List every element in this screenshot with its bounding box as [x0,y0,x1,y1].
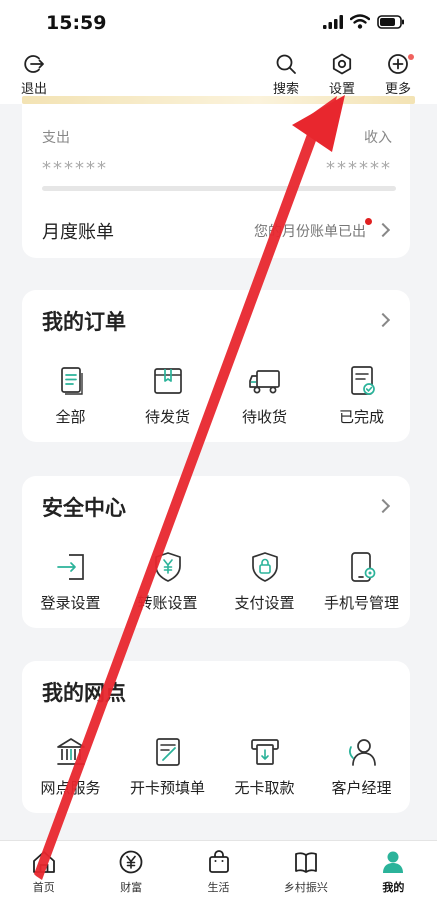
order-completed-label: 已完成 [338,408,384,426]
plus-circle-icon [388,54,408,74]
expense-value: ****** [42,158,108,179]
completed-doc-icon [350,366,375,395]
cardless-withdrawal-label: 无卡取款 [234,779,295,797]
monthly-bill-title: 月度账单 [42,222,114,243]
payment-settings-label: 支付设置 [234,594,295,612]
document-icon [60,367,83,395]
cardless-withdrawal[interactable]: 无卡取款 [216,735,313,798]
settings-button[interactable]: 设置 [320,52,364,97]
login-icon [56,554,84,580]
order-to-ship-label: 待发货 [144,408,190,426]
bank-icon [56,738,85,765]
manager-icon [348,739,376,766]
branch-grid: 网点服务 开卡预填单 无卡取款 客户经理 [22,735,410,798]
asset-card: 支出 收入 ****** ****** 月度账单 您的月份账单已出 [22,104,410,258]
gear-icon [332,53,352,75]
payment-settings[interactable]: 支付设置 [216,550,313,613]
search-label: 搜索 [272,82,299,97]
login-settings-label: 登录设置 [40,594,101,612]
status-time: 15:59 [46,12,107,34]
card-preform[interactable]: 开卡预填单 [119,735,216,798]
profile-icon [383,851,404,873]
orders-grid: 全部 待发货 待收货 已完成 [22,364,410,427]
order-to-receive-label: 待收货 [241,408,287,426]
truck-icon [248,370,280,394]
more-button[interactable]: 更多 [376,52,420,97]
chevron-right-icon [375,222,391,238]
atm-icon [250,739,279,765]
tab-rural-label: 乡村振兴 [283,881,328,894]
box-icon [153,368,182,394]
gold-divider [22,96,415,104]
logout-label: 退出 [20,82,47,97]
notification-dot [408,54,414,60]
more-label: 更多 [384,82,411,97]
account-manager[interactable]: 客户经理 [313,735,410,798]
order-completed[interactable]: 已完成 [313,364,410,427]
tab-rural[interactable]: 乡村振兴 [262,841,349,905]
signal-icon [323,14,343,29]
card-preform-label: 开卡预填单 [129,779,205,797]
security-grid: 登录设置 转账设置 支付设置 手机号管理 [22,550,410,613]
login-settings[interactable]: 登录设置 [22,550,119,613]
phone-management-label: 手机号管理 [323,594,399,612]
order-to-receive[interactable]: 待收货 [216,364,313,427]
phone-gear-icon [350,552,375,582]
logout-icon [24,55,44,73]
tab-home[interactable]: 首页 [0,841,87,905]
order-all[interactable]: 全部 [22,364,119,427]
orders-card: 我的订单 全部 待发货 待收货 已完成 [22,290,410,442]
tab-home-label: 首页 [32,881,55,894]
shield-lock-icon [251,552,278,582]
shield-yen-icon [154,552,181,582]
tab-wealth[interactable]: 财富 [87,841,174,905]
order-all-label: 全部 [55,408,86,426]
shopping-bag-icon [208,850,229,873]
account-manager-label: 客户经理 [331,779,392,797]
security-card: 安全中心 登录设置 转账设置 支付设置 手机号管理 [22,476,410,628]
transfer-settings-label: 转账设置 [137,594,198,612]
logout-button[interactable]: 退出 [12,52,56,97]
form-edit-icon [155,738,180,766]
book-icon [295,852,317,873]
tab-mine-label: 我的 [382,881,405,894]
branch-card: 我的网点 网点服务 开卡预填单 无卡取款 客户经理 [22,661,410,813]
expense-label: 支出 [42,130,70,146]
branch-service-label: 网点服务 [40,779,101,797]
status-bar: 15:59 [0,0,437,46]
battery-icon [377,14,404,29]
order-to-ship[interactable]: 待发货 [119,364,216,427]
wifi-icon [350,14,370,29]
status-icons [323,14,405,29]
tab-life-label: 生活 [207,881,230,894]
income-value: ****** [326,158,392,179]
monthly-bill-note: 您的月份账单已出 [254,224,366,240]
search-icon [276,54,296,74]
phone-management[interactable]: 手机号管理 [313,550,410,613]
tab-life[interactable]: 生活 [175,841,262,905]
yen-coin-icon [119,850,143,874]
bill-notification-dot [365,218,372,225]
income-label: 收入 [364,130,392,146]
tab-bar: 首页 财富 生活 乡村振兴 我的 [0,840,437,905]
orders-title: 我的订单 [42,310,126,334]
search-button[interactable]: 搜索 [264,52,308,97]
branch-title: 我的网点 [42,681,126,705]
balance-bar [42,186,396,191]
home-icon [32,851,55,873]
security-title: 安全中心 [42,496,126,520]
chevron-right-icon[interactable] [375,312,391,328]
tab-wealth-label: 财富 [120,881,143,894]
transfer-settings[interactable]: 转账设置 [119,550,216,613]
settings-label: 设置 [328,82,355,97]
chevron-right-icon[interactable] [375,498,391,514]
tab-mine[interactable]: 我的 [350,841,437,905]
branch-service[interactable]: 网点服务 [22,735,119,798]
